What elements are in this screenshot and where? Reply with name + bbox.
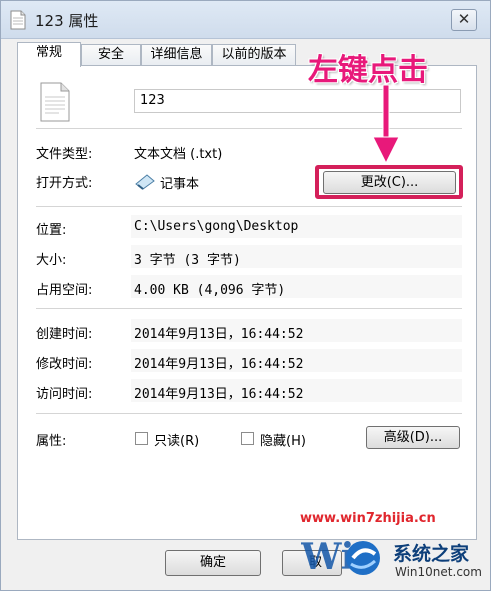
file-type-value: 文本文档 (.txt) xyxy=(134,147,223,162)
readonly-label[interactable]: 只读(R) xyxy=(154,430,199,449)
attributes-label: 属性: xyxy=(36,434,67,449)
disk-size-label: 占用空间: xyxy=(36,283,93,298)
opens-with-label: 打开方式: xyxy=(36,176,93,191)
advanced-button[interactable]: 高级(D)... xyxy=(366,426,460,449)
hidden-checkbox[interactable] xyxy=(241,432,254,445)
accessed-label: 访问时间: xyxy=(36,387,93,402)
tab-previous-versions[interactable]: 以前的版本 xyxy=(212,44,296,66)
tab-general[interactable]: 常规 xyxy=(17,42,81,67)
created-label: 创建时间: xyxy=(36,327,93,342)
window-title: 123 属性 xyxy=(35,12,99,30)
modified-value: 2014年9月13日，16:44:52 xyxy=(134,357,304,372)
opens-with-value: 记事本 xyxy=(160,177,200,192)
watermark-site: Win10net.com xyxy=(395,565,482,579)
title-bar[interactable]: 123 属性 ✕ xyxy=(1,1,490,39)
location-value: C:\Users\gong\Desktop xyxy=(134,219,299,234)
divider xyxy=(36,206,462,207)
watermark-brand: 系统之家 xyxy=(393,543,470,565)
watermark-url: www.win7zhijia.cn xyxy=(300,511,436,526)
close-button[interactable]: ✕ xyxy=(451,9,477,31)
size-label: 大小: xyxy=(36,253,67,268)
accessed-value: 2014年9月13日，16:44:52 xyxy=(134,387,304,402)
change-button[interactable]: 更改(C)... xyxy=(323,171,456,194)
general-panel: 123 文件类型: 文本文档 (.txt) 打开方式: 记事本 更改(C)...… xyxy=(17,65,477,540)
text-file-icon xyxy=(40,82,70,122)
close-icon: ✕ xyxy=(457,10,471,28)
disk-size-value: 4.00 KB (4,096 字节) xyxy=(134,283,286,298)
hidden-label[interactable]: 隐藏(H) xyxy=(260,430,306,449)
location-label: 位置: xyxy=(36,223,67,238)
annotation-label: 左键点击 xyxy=(308,53,428,88)
file-name-field[interactable]: 123 xyxy=(134,89,461,113)
tab-security[interactable]: 安全 xyxy=(81,44,141,66)
divider xyxy=(36,308,462,309)
properties-window: 123 属性 ✕ 常规 安全 详细信息 以前的版本 123 文件类型: 文本文档… xyxy=(0,0,491,591)
file-type-label: 文件类型: xyxy=(36,147,93,162)
ok-button[interactable]: 确定 xyxy=(165,550,261,576)
tab-details[interactable]: 详细信息 xyxy=(141,44,212,66)
readonly-checkbox[interactable] xyxy=(135,432,148,445)
size-value: 3 字节 (3 字节) xyxy=(134,253,241,268)
divider xyxy=(36,413,462,414)
text-file-icon xyxy=(10,10,26,30)
annotation-arrow-icon xyxy=(372,85,400,165)
created-value: 2014年9月13日，16:44:52 xyxy=(134,327,304,342)
modified-label: 修改时间: xyxy=(36,357,93,372)
notepad-icon xyxy=(135,174,155,190)
